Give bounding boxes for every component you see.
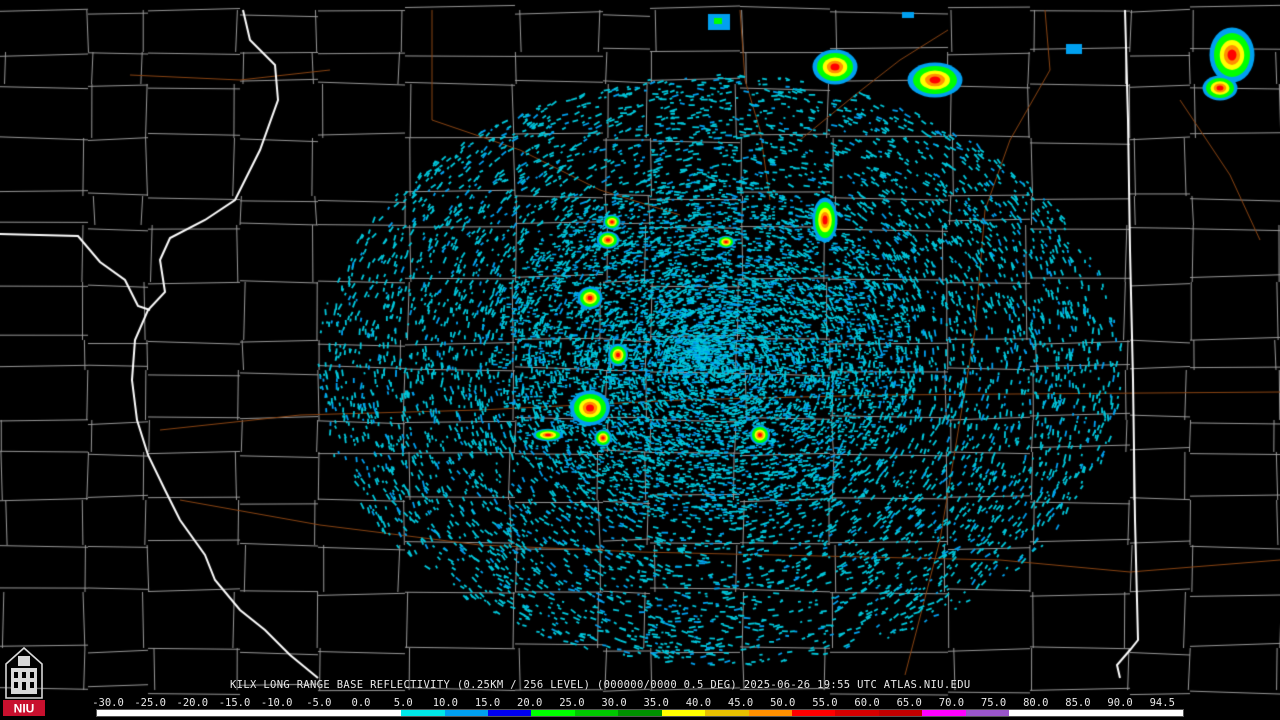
scale-tick-label: 60.0 bbox=[854, 697, 880, 709]
color-swatch bbox=[270, 710, 315, 716]
radar-map bbox=[0, 0, 1280, 720]
scale-tick-label: 25.0 bbox=[559, 697, 585, 709]
scale-tick-label: 40.0 bbox=[685, 697, 712, 709]
color-swatch bbox=[444, 710, 488, 716]
scale-tick-label: 10.0 bbox=[432, 697, 459, 709]
scale-tick-label: 90.0 bbox=[1107, 697, 1133, 709]
color-swatch bbox=[878, 710, 923, 716]
color-swatch bbox=[965, 710, 1010, 716]
product-title: KILX LONG RANGE BASE REFLECTIVITY (0.25K… bbox=[230, 679, 971, 691]
color-swatch bbox=[357, 710, 402, 716]
scale-tick-label: -30.0 bbox=[92, 697, 124, 709]
scale-tick-label: 30.0 bbox=[601, 697, 627, 709]
scale-tick-label: 85.0 bbox=[1065, 697, 1091, 709]
color-swatch bbox=[531, 710, 575, 716]
color-swatch bbox=[487, 710, 532, 716]
scale-tick-label: 65.0 bbox=[896, 697, 922, 709]
color-swatch bbox=[618, 710, 662, 716]
scale-tick-label: 45.0 bbox=[727, 697, 754, 709]
color-swatch bbox=[835, 710, 879, 716]
reflectivity-color-bar bbox=[96, 709, 1184, 717]
scale-tick-label: 55.0 bbox=[812, 697, 838, 709]
niu-logo-icon: NIU bbox=[3, 646, 45, 716]
color-swatch bbox=[748, 710, 792, 716]
color-swatch bbox=[1052, 710, 1097, 716]
color-swatch bbox=[1009, 710, 1053, 716]
color-swatch bbox=[661, 710, 706, 716]
logo-text: NIU bbox=[14, 702, 35, 716]
color-swatch bbox=[140, 710, 184, 716]
scale-tick-label: 5.0 bbox=[393, 697, 413, 709]
scale-tick-label: 35.0 bbox=[643, 697, 669, 709]
scale-tick-label: 80.0 bbox=[1023, 697, 1049, 709]
color-swatch bbox=[705, 710, 749, 716]
color-swatch bbox=[227, 710, 271, 716]
scale-tick-label: 50.0 bbox=[770, 697, 796, 709]
scale-tick-label: 75.0 bbox=[980, 697, 1007, 709]
scale-tick-label: -25.0 bbox=[134, 697, 166, 709]
color-swatch bbox=[922, 710, 966, 716]
color-swatch bbox=[97, 710, 141, 716]
scale-tick-label: -15.0 bbox=[218, 697, 251, 709]
scale-tick-label: -20.0 bbox=[176, 697, 209, 709]
scale-tick-label: 0.0 bbox=[351, 697, 371, 709]
scale-tick-label: -5.0 bbox=[306, 697, 332, 709]
color-swatch bbox=[1139, 710, 1183, 716]
scale-tick-label: -10.0 bbox=[260, 697, 293, 709]
scale-tick-label: 70.0 bbox=[938, 697, 965, 709]
scale-tick-label: 15.0 bbox=[474, 697, 501, 709]
color-swatch bbox=[792, 710, 836, 716]
color-swatch bbox=[314, 710, 358, 716]
color-swatch bbox=[183, 710, 228, 716]
scale-tick-label: 94.5 bbox=[1149, 697, 1175, 709]
color-swatch bbox=[574, 710, 619, 716]
color-swatch bbox=[1096, 710, 1140, 716]
scale-tick-label: 20.0 bbox=[517, 697, 543, 709]
color-scale-labels: -30.0 -25.0 -20.0 -15.0 -10.0 -5.0 0.0 5.0 10.0 1… bbox=[0, 697, 1280, 709]
color-swatch bbox=[401, 710, 445, 716]
